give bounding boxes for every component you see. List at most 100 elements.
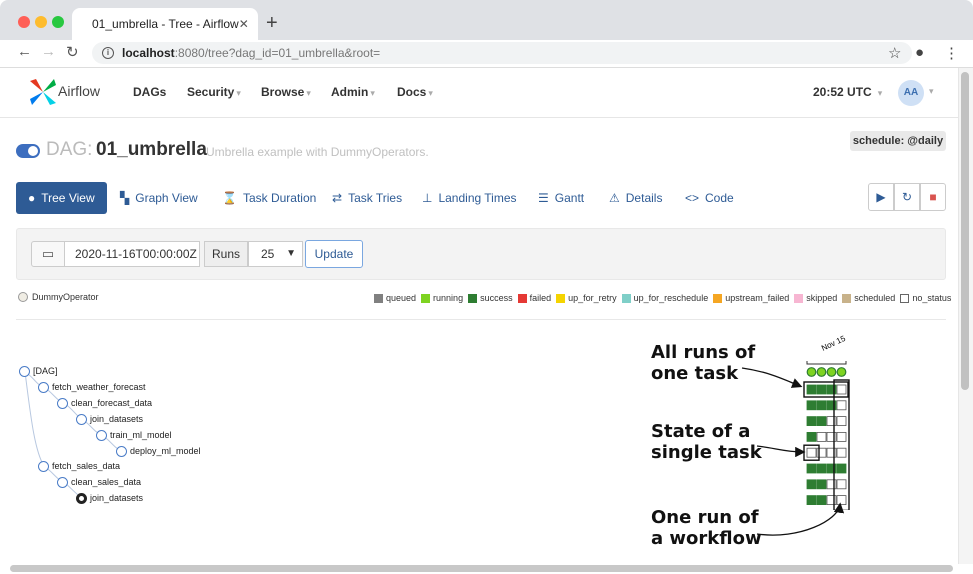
task-instance-square[interactable] <box>806 495 817 506</box>
tree-node-label[interactable]: join_datasets <box>90 493 143 503</box>
horizontal-scrollbar[interactable] <box>10 565 953 572</box>
menu-dags[interactable]: DAGs <box>133 85 166 99</box>
browser-tab[interactable]: 01_umbrella - Tree - Airflow ✕ <box>72 8 258 40</box>
airflow-brand[interactable]: Airflow <box>58 83 100 99</box>
minimize-window-button[interactable] <box>35 16 47 28</box>
close-window-button[interactable] <box>18 16 30 28</box>
tree-node-label[interactable]: [DAG] <box>33 366 58 376</box>
task-instance-square[interactable] <box>816 463 827 474</box>
calendar-icon[interactable]: ▭ <box>31 241 65 267</box>
tree-node-circle[interactable] <box>19 366 30 377</box>
legend-swatch <box>374 293 383 303</box>
tab-task-tries[interactable]: ⇄ Task Tries <box>332 182 402 214</box>
chevron-down-icon[interactable]: ▾ <box>929 86 934 97</box>
task-instance-square[interactable] <box>806 400 817 411</box>
trigger-dag-button[interactable]: ▶ <box>868 183 894 211</box>
refresh-button[interactable]: ↻ <box>894 183 920 211</box>
task-instance-square[interactable] <box>806 432 817 442</box>
task-instance-square[interactable] <box>836 479 847 490</box>
task-instance-square[interactable] <box>836 384 847 395</box>
task-instance-square[interactable] <box>806 479 817 490</box>
tree-node-circle[interactable] <box>76 493 87 504</box>
task-instance-square[interactable] <box>806 447 817 458</box>
tree-node-label[interactable]: train_ml_model <box>110 430 172 440</box>
tree-node-circle[interactable] <box>57 477 68 488</box>
task-instance-square[interactable] <box>836 400 847 411</box>
site-info-icon[interactable]: i <box>102 47 114 59</box>
maximize-window-button[interactable] <box>52 16 64 28</box>
play-icon: ▶ <box>876 190 886 204</box>
tree-node-label[interactable]: fetch_weather_forecast <box>52 382 146 392</box>
menu-admin[interactable]: Admin ▾ <box>331 85 375 99</box>
tree-node-circle[interactable] <box>57 398 68 409</box>
vertical-scroll-thumb[interactable] <box>961 72 969 390</box>
tab-graph-view[interactable]: ▚ Graph View <box>120 182 198 214</box>
menu-docs[interactable]: Docs ▾ <box>397 85 433 99</box>
task-instance-square[interactable] <box>806 384 817 395</box>
base-date-input[interactable]: 2020-11-16T00:00:00Z <box>64 241 200 267</box>
dag-run-circle[interactable] <box>806 367 817 377</box>
legend-swatch <box>713 293 723 303</box>
task-instance-square[interactable] <box>816 432 827 442</box>
tree-node-label[interactable]: deploy_ml_model <box>130 446 201 456</box>
profile-icon[interactable]: ● <box>915 44 924 61</box>
legend-swatch <box>468 293 478 303</box>
task-instance-square[interactable] <box>836 463 847 474</box>
tree-node-circle[interactable] <box>38 461 49 472</box>
tree-node-circle[interactable] <box>96 430 107 441</box>
update-button[interactable]: Update <box>305 240 363 268</box>
tab-task-duration[interactable]: ⌛ Task Duration <box>222 182 316 214</box>
chevron-down-icon: ▾ <box>236 88 241 98</box>
forward-arrow-icon[interactable]: → <box>41 43 56 60</box>
tree-node-label[interactable]: fetch_sales_data <box>52 461 120 471</box>
tab-code[interactable]: <> Code <box>685 182 734 214</box>
runs-select[interactable]: 25 ▼ <box>248 241 303 267</box>
dag-pause-toggle[interactable] <box>16 144 40 158</box>
more-menu-icon[interactable]: ⋮ <box>944 44 959 62</box>
legend-item-queued: queued <box>374 293 416 303</box>
dag-run-circle[interactable] <box>826 367 837 377</box>
grid-date-label: Nov 15 <box>820 334 847 353</box>
new-tab-button[interactable]: + <box>266 13 278 33</box>
url-field[interactable]: i localhost:8080/tree?dag_id=01_umbrella… <box>92 42 912 64</box>
legend-label: up_for_retry <box>568 293 617 303</box>
task-instance-square[interactable] <box>816 384 827 395</box>
reload-icon[interactable]: ↻ <box>66 43 79 61</box>
menu-security[interactable]: Security ▾ <box>187 85 241 99</box>
task-instance-square[interactable] <box>836 495 847 506</box>
task-instance-square[interactable] <box>836 416 847 426</box>
task-instance-square[interactable] <box>816 495 827 506</box>
tree-node-label[interactable]: clean_forecast_data <box>71 398 152 408</box>
runs-label: Runs <box>204 241 248 267</box>
task-instance-square[interactable] <box>816 416 827 426</box>
task-instance-square[interactable] <box>816 479 827 490</box>
tab-close-icon[interactable]: ✕ <box>239 17 249 31</box>
tab-landing-times[interactable]: ⊥ Landing Times <box>422 182 517 214</box>
tree-node-circle[interactable] <box>38 382 49 393</box>
task-instance-square[interactable] <box>816 400 827 411</box>
retry-icon: ⇄ <box>332 191 343 205</box>
tab-gantt[interactable]: ☰ Gantt <box>538 182 584 214</box>
tree-node-label[interactable]: clean_sales_data <box>71 477 141 487</box>
task-instance-square[interactable] <box>806 416 817 426</box>
tree-node-circle[interactable] <box>116 446 127 457</box>
utc-clock[interactable]: 20:52 UTC ▾ <box>813 85 882 99</box>
dag-run-circle[interactable] <box>836 367 847 377</box>
bookmark-star-icon[interactable]: ☆ <box>888 44 901 62</box>
avatar[interactable]: AA <box>898 80 924 106</box>
legend-label: no_status <box>912 293 952 303</box>
task-instance-square[interactable] <box>806 463 817 474</box>
tab-tree-view[interactable]: ● Tree View <box>16 182 107 214</box>
dag-run-circle[interactable] <box>816 367 827 377</box>
tree-node-circle[interactable] <box>76 414 87 425</box>
tree-node-label[interactable]: join_datasets <box>90 414 143 424</box>
menu-browse[interactable]: Browse ▾ <box>261 85 311 99</box>
back-arrow-icon[interactable]: ← <box>17 43 32 60</box>
airflow-logo-icon[interactable] <box>28 77 58 107</box>
task-instance-square[interactable] <box>836 432 847 442</box>
refresh-icon: ↻ <box>901 190 913 204</box>
delete-dag-button[interactable]: ■ <box>920 183 946 211</box>
tab-details[interactable]: ⚠ Details <box>609 182 662 214</box>
trash-icon: ■ <box>929 190 937 204</box>
task-instance-square[interactable] <box>836 447 847 458</box>
